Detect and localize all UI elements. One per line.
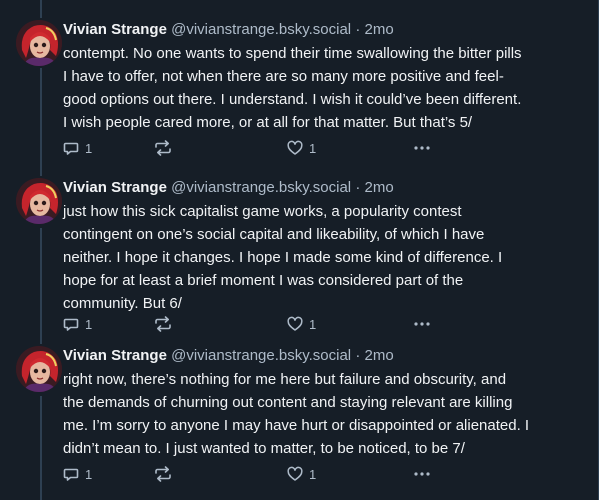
more-options-icon [414,146,430,150]
heart-icon [287,466,303,481]
reply-button[interactable]: 1 [63,316,153,332]
author-handle[interactable]: @vivianstrange.bsky.social [171,347,351,364]
post[interactable]: Vivian Strange @vivianstrange.bsky.socia… [0,20,598,168]
reply-count: 1 [85,140,93,156]
post-actions: 1 1 [63,464,431,484]
post[interactable]: Vivian Strange @vivianstrange.bsky.socia… [0,346,598,500]
reply-count: 1 [85,466,93,482]
post-time[interactable]: 2mo [364,21,393,38]
repost-button[interactable] [153,140,287,156]
like-button[interactable]: 1 [287,466,413,482]
author-handle[interactable]: @vivianstrange.bsky.social [171,179,351,196]
post-text: contempt. No one wants to spend their ti… [63,45,522,131]
repost-button[interactable] [153,316,287,332]
reply-icon [63,318,79,331]
post-time[interactable]: 2mo [364,347,393,364]
author-handle[interactable]: @vivianstrange.bsky.social [171,21,351,38]
more-options-icon [414,322,430,326]
author-name[interactable]: Vivian Strange [63,347,167,364]
reply-button[interactable]: 1 [63,466,153,482]
post-actions: 1 1 [63,314,431,334]
heart-icon [287,316,303,331]
like-button[interactable]: 1 [287,140,413,156]
author-name[interactable]: Vivian Strange [63,179,167,196]
thread-line [40,0,42,18]
more-options-button[interactable] [413,140,431,156]
repost-icon [155,140,171,156]
reply-count: 1 [85,316,93,332]
author-name[interactable]: Vivian Strange [63,21,167,38]
post-header: Vivian Strange @vivianstrange.bsky.socia… [63,20,584,40]
more-options-button[interactable] [413,316,431,332]
post-time[interactable]: 2mo [364,179,393,196]
heart-icon [287,140,303,155]
avatar[interactable] [16,346,62,392]
reply-button[interactable]: 1 [63,140,153,156]
avatar[interactable] [16,178,62,224]
repost-icon [155,316,171,332]
more-options-icon [414,472,430,476]
repost-button[interactable] [153,466,287,482]
post-actions: 1 1 [63,138,431,158]
like-count: 1 [309,316,317,332]
separator-dot: · [355,347,361,364]
like-button[interactable]: 1 [287,316,413,332]
separator-dot: · [355,179,361,196]
post[interactable]: Vivian Strange @vivianstrange.bsky.socia… [0,178,598,338]
like-count: 1 [309,466,317,482]
repost-icon [155,466,171,482]
separator-dot: · [355,21,361,38]
post-text: just how this sick capitalist game works… [63,203,503,312]
more-options-button[interactable] [413,466,431,482]
avatar[interactable] [16,20,62,66]
post-text: right now, there’s nothing for me here b… [63,371,530,457]
post-header: Vivian Strange @vivianstrange.bsky.socia… [63,178,584,198]
reply-icon [63,468,79,481]
post-header: Vivian Strange @vivianstrange.bsky.socia… [63,346,584,366]
like-count: 1 [309,140,317,156]
reply-icon [63,142,79,155]
